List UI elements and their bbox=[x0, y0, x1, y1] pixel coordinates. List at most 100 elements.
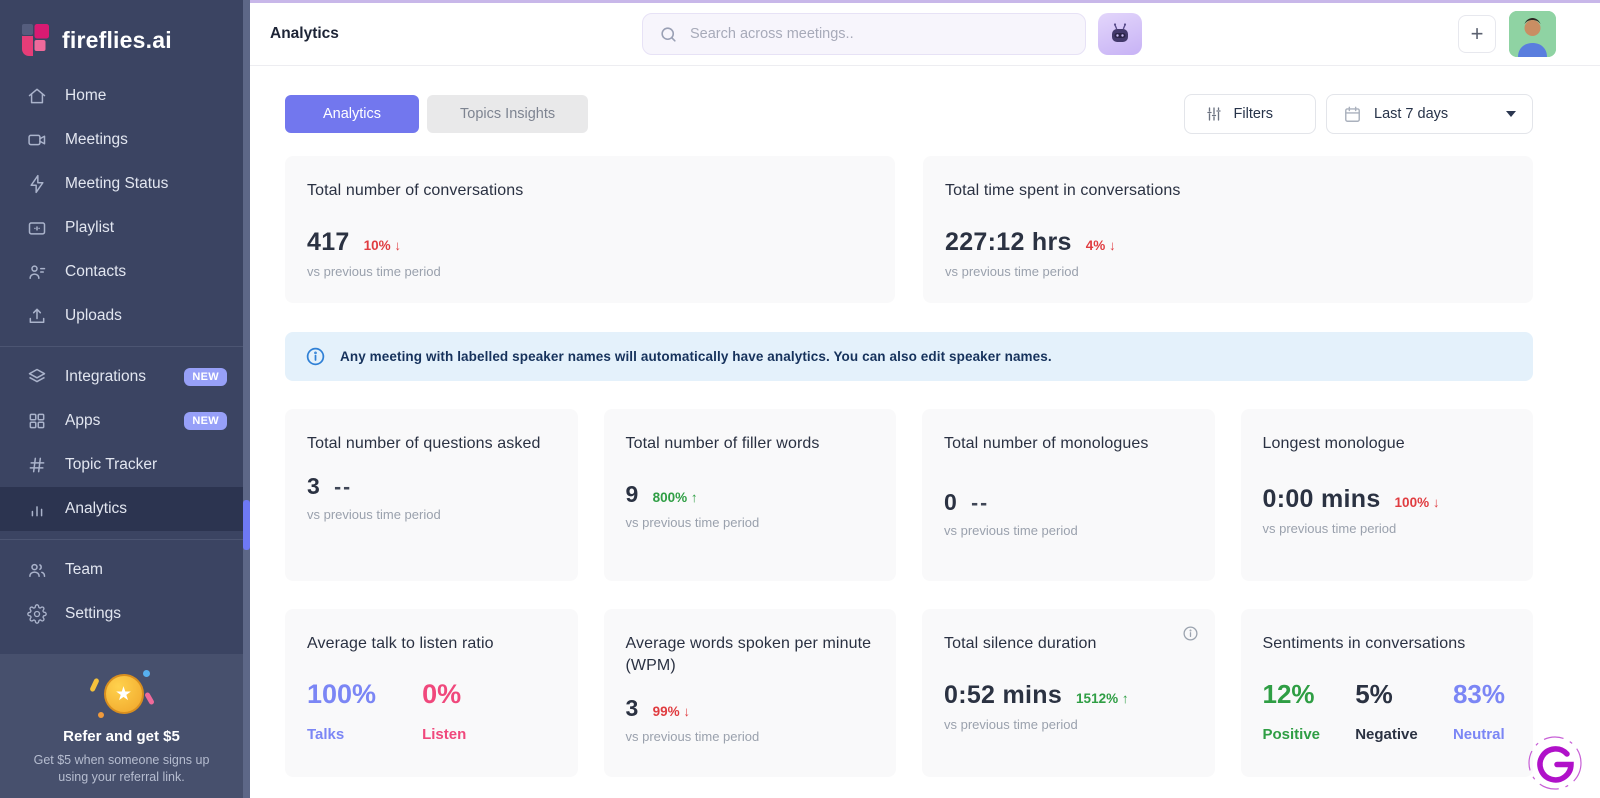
playlist-icon bbox=[26, 218, 47, 239]
comparison-label: vs previous time period bbox=[307, 507, 441, 523]
tab-topics-insights[interactable]: Topics Insights bbox=[427, 95, 589, 133]
info-icon bbox=[305, 346, 326, 367]
card-title: Total number of questions asked bbox=[307, 435, 541, 453]
sidebar-item-label: Integrations bbox=[65, 368, 146, 385]
card-title: Total time spent in conversations bbox=[945, 182, 1181, 199]
add-button[interactable]: + bbox=[1458, 15, 1496, 53]
sidebar-item-analytics[interactable]: Analytics bbox=[0, 487, 243, 531]
sidebar-item-label: Apps bbox=[65, 412, 101, 429]
sidebar-item-label: Contacts bbox=[65, 263, 127, 280]
bar-chart-icon bbox=[26, 499, 47, 520]
change-indicator: -- bbox=[334, 476, 353, 500]
listen-value: 0% bbox=[422, 679, 462, 710]
card-title: Longest monologue bbox=[1262, 435, 1405, 453]
sidebar: fireflies.ai Home Meetings Meeting Statu… bbox=[0, 0, 250, 798]
card-words-per-minute: Average words spoken per minute (WPM) 3 … bbox=[603, 609, 896, 778]
filters-button[interactable]: Filters bbox=[1183, 94, 1316, 134]
card-time-spent: Total time spent in conversations 227:12… bbox=[923, 156, 1533, 304]
sidebar-item-settings[interactable]: Settings bbox=[0, 592, 243, 636]
card-filler-words: Total number of filler words 9 800% ↑ vs… bbox=[603, 409, 896, 582]
change-indicator: 4% ↓ bbox=[1085, 238, 1116, 254]
comparison-label: vs previous time period bbox=[1262, 521, 1397, 537]
analytics-content: Analytics Topics Insights Filters Last 7… bbox=[250, 66, 1600, 798]
card-title: Sentiments in conversations bbox=[1262, 635, 1466, 653]
search-icon bbox=[659, 25, 678, 44]
sidebar-item-label: Playlist bbox=[65, 219, 115, 236]
screenshot-tool-watermark-icon bbox=[1526, 734, 1584, 792]
positive-value: 12% bbox=[1262, 679, 1315, 710]
tab-analytics[interactable]: Analytics bbox=[285, 95, 420, 133]
info-banner: Any meeting with labelled speaker names … bbox=[285, 332, 1533, 382]
upload-icon bbox=[26, 306, 47, 327]
ai-assistant-button[interactable] bbox=[1098, 13, 1142, 55]
sidebar-nav: Home Meetings Meeting Status Playlist Co… bbox=[0, 74, 243, 636]
card-longest-monologue: Longest monologue 0:00 mins 100% ↓ vs pr… bbox=[1240, 409, 1533, 582]
home-icon bbox=[26, 86, 47, 107]
banner-text: Any meeting with labelled speaker names … bbox=[340, 349, 1052, 365]
comparison-label: vs previous time period bbox=[307, 264, 441, 280]
card-title: Total number of conversations bbox=[307, 182, 524, 199]
layers-icon bbox=[26, 367, 47, 388]
comparison-label: vs previous time period bbox=[945, 264, 1079, 280]
toolbar: Analytics Topics Insights Filters Last 7… bbox=[285, 94, 1533, 134]
info-icon[interactable] bbox=[1182, 625, 1199, 647]
sidebar-item-team[interactable]: Team bbox=[0, 548, 243, 592]
metric-value: 9 bbox=[625, 481, 639, 508]
search-bar[interactable] bbox=[642, 13, 1086, 55]
listen-label: Listen bbox=[422, 726, 467, 744]
new-badge: NEW bbox=[184, 412, 227, 430]
scrollbar-thumb[interactable] bbox=[243, 500, 250, 550]
card-total-conversations: Total number of conversations 417 10% ↓ … bbox=[285, 156, 895, 304]
card-title: Average talk to listen ratio bbox=[307, 635, 494, 653]
sidebar-item-topic-tracker[interactable]: Topic Tracker bbox=[0, 443, 243, 487]
hash-icon bbox=[26, 455, 47, 476]
app-window: fireflies.ai Home Meetings Meeting Statu… bbox=[0, 0, 1600, 798]
neutral-value: 83% bbox=[1452, 679, 1505, 710]
sidebar-item-label: Meeting Status bbox=[65, 175, 169, 192]
filters-label: Filters bbox=[1233, 106, 1273, 122]
card-sentiments: Sentiments in conversations 12% Positive… bbox=[1240, 609, 1533, 778]
negative-value: 5% bbox=[1355, 679, 1393, 710]
comparison-label: vs previous time period bbox=[944, 717, 1078, 733]
sidebar-item-meetings[interactable]: Meetings bbox=[0, 118, 243, 162]
sidebar-scrollbar[interactable] bbox=[243, 0, 250, 798]
metric-value: 0:00 mins bbox=[1262, 485, 1381, 514]
gear-icon bbox=[26, 604, 47, 625]
sidebar-item-meeting-status[interactable]: Meeting Status bbox=[0, 162, 243, 206]
card-title: Total number of monologues bbox=[944, 435, 1149, 453]
robot-icon bbox=[1112, 23, 1128, 42]
sidebar-item-uploads[interactable]: Uploads bbox=[0, 294, 243, 338]
sidebar-item-playlist[interactable]: Playlist bbox=[0, 206, 243, 250]
sidebar-item-apps[interactable]: Apps NEW bbox=[0, 399, 243, 443]
sidebar-item-integrations[interactable]: Integrations NEW bbox=[0, 355, 243, 399]
change-indicator: 100% ↓ bbox=[1394, 495, 1440, 511]
metric-value: 0:52 mins bbox=[944, 681, 1063, 710]
negative-label: Negative bbox=[1355, 726, 1418, 744]
chevron-down-icon bbox=[1506, 111, 1516, 117]
user-avatar[interactable] bbox=[1509, 11, 1556, 57]
brand-logo[interactable]: fireflies.ai bbox=[0, 0, 243, 74]
comparison-label: vs previous time period bbox=[944, 523, 1078, 539]
date-range-label: Last 7 days bbox=[1374, 106, 1449, 122]
referral-panel[interactable]: ★ Refer and get $5 Get $5 when someone s… bbox=[0, 654, 243, 798]
metric-value: 417 bbox=[307, 228, 350, 257]
sidebar-item-contacts[interactable]: Contacts bbox=[0, 250, 243, 294]
team-icon bbox=[26, 560, 47, 581]
talks-label: Talks bbox=[307, 726, 345, 744]
calendar-icon bbox=[1343, 105, 1362, 124]
sliders-icon bbox=[1205, 105, 1223, 123]
card-monologues: Total number of monologues 0 -- vs previ… bbox=[922, 409, 1215, 582]
contacts-icon bbox=[26, 262, 47, 283]
video-camera-icon bbox=[26, 130, 47, 151]
search-input[interactable] bbox=[690, 26, 1069, 42]
metric-value: 0 bbox=[944, 489, 958, 516]
sidebar-item-label: Uploads bbox=[65, 307, 122, 324]
sidebar-item-label: Analytics bbox=[65, 500, 128, 517]
comparison-label: vs previous time period bbox=[625, 515, 760, 531]
change-indicator: -- bbox=[971, 492, 990, 516]
date-range-selector[interactable]: Last 7 days bbox=[1326, 94, 1533, 134]
referral-title: Refer and get $5 bbox=[63, 728, 180, 746]
sidebar-item-home[interactable]: Home bbox=[0, 74, 243, 118]
page-title: Analytics bbox=[270, 25, 339, 42]
sidebar-item-label: Meetings bbox=[65, 131, 128, 148]
